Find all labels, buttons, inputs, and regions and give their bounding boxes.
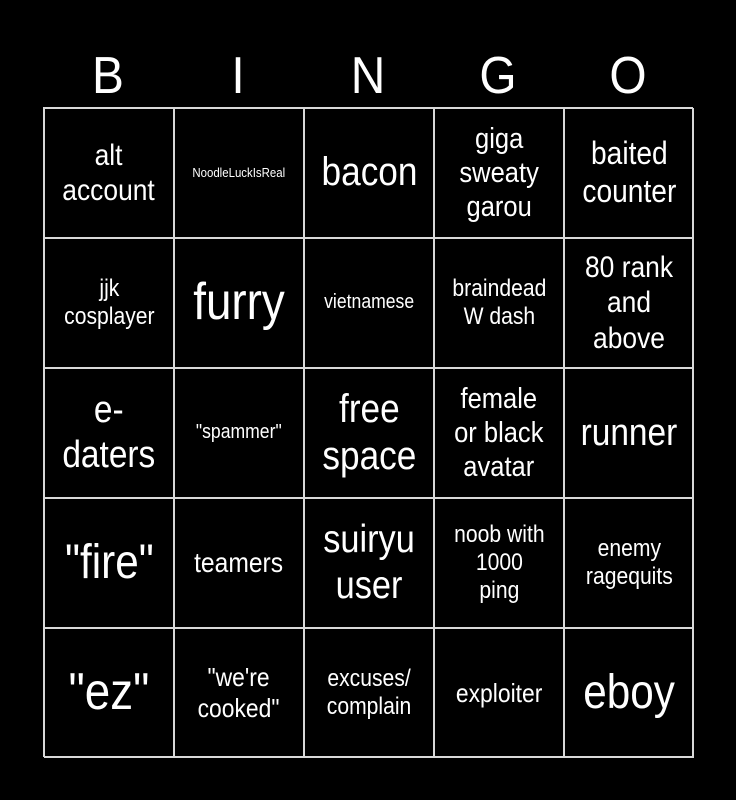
bingo-cell[interactable]: alt account (44, 108, 174, 238)
header-letter-b: B (92, 47, 124, 105)
bingo-cell-text: vietnamese (323, 291, 415, 314)
bingo-cell[interactable]: "ez" (44, 628, 174, 758)
bingo-cell-text: excuses/ complain (326, 664, 412, 720)
bingo-cell-text: noob with 1000 ping (453, 520, 545, 605)
bingo-cell-text: furry (193, 273, 285, 332)
header-letter-n: N (350, 47, 386, 105)
bingo-cell-text: "spammer" (196, 421, 282, 444)
bingo-board: alt account NoodleLuckIsReal bacon giga swe… (43, 107, 694, 758)
bingo-cell-text: braindead W dash (452, 274, 546, 330)
bingo-header: B I N G O (43, 48, 693, 104)
bingo-cell-text: alt account (62, 138, 156, 207)
bingo-cell-text: runner (580, 411, 678, 454)
bingo-cell-text: 80 rank and above (584, 250, 674, 355)
bingo-cell[interactable]: noob with 1000 ping (434, 498, 564, 628)
bingo-cell-text: free space (322, 386, 416, 478)
bingo-cell-text: suiryu user (323, 517, 415, 607)
bingo-cell-text: "fire" (64, 535, 154, 589)
bingo-cell[interactable]: female or black avatar (434, 368, 564, 498)
bingo-cell[interactable]: teamers (174, 498, 304, 628)
bingo-cell[interactable]: braindead W dash (434, 238, 564, 368)
bingo-cell[interactable]: furry (174, 238, 304, 368)
bingo-cell[interactable]: excuses/ complain (304, 628, 434, 758)
bingo-cell-text: eboy (583, 665, 675, 719)
bingo-cell-text: NoodleLuckIsReal (192, 165, 286, 181)
bingo-cell[interactable]: "fire" (44, 498, 174, 628)
bingo-cell[interactable]: NoodleLuckIsReal (174, 108, 304, 238)
header-letter-g: G (479, 47, 517, 105)
bingo-cell-text: baited counter (582, 135, 676, 209)
bingo-cell-text: exploiter (455, 677, 543, 708)
header-letter-i: I (231, 47, 245, 105)
bingo-cell[interactable]: bacon (304, 108, 434, 238)
bingo-cell-text: giga sweaty garou (459, 122, 539, 224)
bingo-cell-text: jjk cosplayer (63, 274, 155, 330)
bingo-cell-text: female or black avatar (454, 382, 544, 484)
bingo-cell[interactable]: suiryu user (304, 498, 434, 628)
bingo-cell-text: enemy ragequits (585, 534, 673, 590)
bingo-cell[interactable]: runner (564, 368, 694, 498)
bingo-cell[interactable]: eboy (564, 628, 694, 758)
bingo-cell[interactable]: 80 rank and above (564, 238, 694, 368)
bingo-cell-text: teamers (194, 547, 284, 579)
bingo-cell[interactable]: "we're cooked" (174, 628, 304, 758)
bingo-cell[interactable]: giga sweaty garou (434, 108, 564, 238)
bingo-cell[interactable]: free space (304, 368, 434, 498)
bingo-cell-text: "ez" (68, 663, 150, 722)
bingo-cell-text: bacon (321, 150, 417, 195)
bingo-cell[interactable]: baited counter (564, 108, 694, 238)
bingo-cell[interactable]: exploiter (434, 628, 564, 758)
bingo-cell-text: e- daters (62, 389, 156, 476)
bingo-cell[interactable]: jjk cosplayer (44, 238, 174, 368)
bingo-cell-text: "we're cooked" (198, 662, 280, 723)
bingo-cell[interactable]: "spammer" (174, 368, 304, 498)
bingo-cell[interactable]: enemy ragequits (564, 498, 694, 628)
bingo-cell[interactable]: e- daters (44, 368, 174, 498)
header-letter-o: O (609, 47, 647, 105)
bingo-cell[interactable]: vietnamese (304, 238, 434, 368)
